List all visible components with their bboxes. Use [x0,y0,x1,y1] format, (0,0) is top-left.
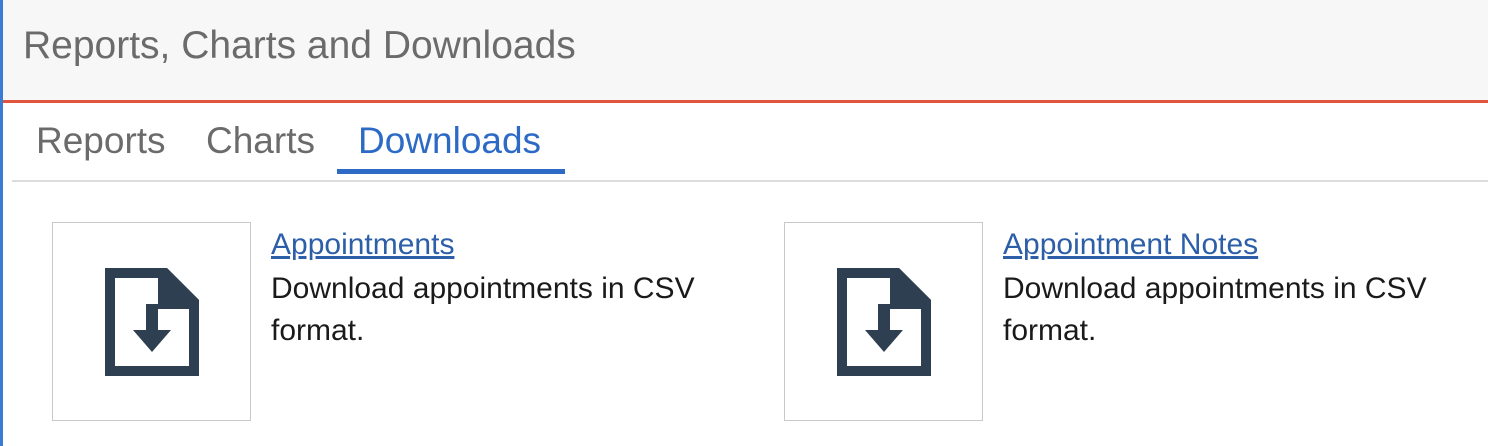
tab-downloads[interactable]: Downloads [358,117,541,165]
download-description: Download appointments in CSV format. [1003,272,1427,347]
file-download-icon [837,268,931,376]
tab-charts[interactable]: Charts [206,117,315,165]
active-tab-indicator [337,169,565,174]
page-title: Reports, Charts and Downloads [23,24,576,67]
download-link-appointments[interactable]: Appointments [271,226,454,264]
tab-bar: Reports Charts Downloads [12,103,1488,182]
download-description: Download appointments in CSV format. [271,272,695,347]
tab-reports[interactable]: Reports [36,117,166,165]
download-thumbnail[interactable] [52,222,251,421]
file-download-icon [105,268,199,376]
page-header: Reports, Charts and Downloads [3,0,1488,103]
download-link-appointment-notes[interactable]: Appointment Notes [1003,226,1258,264]
download-thumbnail[interactable] [784,222,983,421]
